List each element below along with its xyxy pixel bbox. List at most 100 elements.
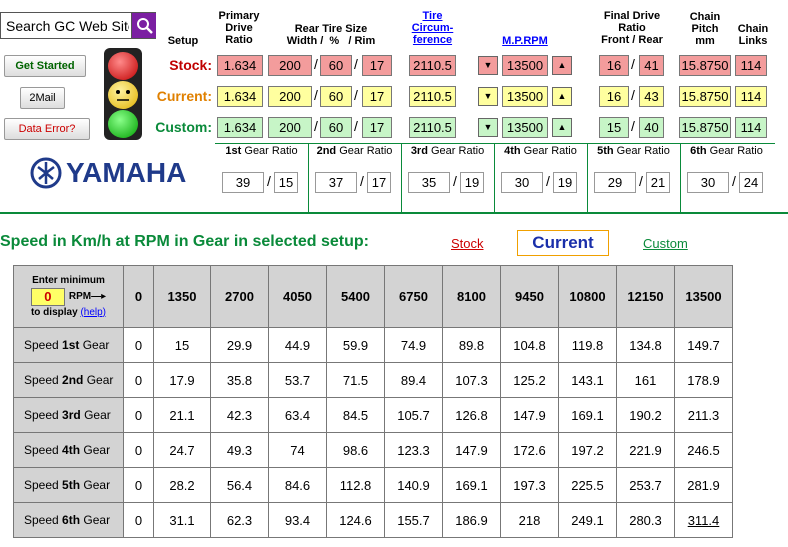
rpm-decrease-button[interactable]: ▼	[478, 56, 498, 75]
speed-cell: 280.3	[616, 502, 675, 538]
speed-cell: 56.4	[210, 467, 269, 503]
gear-ratio-drive-input[interactable]: 24	[739, 172, 763, 193]
min-rpm-input[interactable]: 0	[30, 287, 65, 306]
speed-cell: 62.3	[210, 502, 269, 538]
front-sprocket-input[interactable]: 15	[599, 117, 629, 138]
chain-pitch-input[interactable]: 15.8750	[679, 117, 731, 138]
gear-ratio-drive-input[interactable]: 15	[274, 172, 298, 193]
rear-sprocket-input[interactable]: 40	[639, 117, 664, 138]
rpm-input[interactable]: 13500	[502, 86, 548, 107]
help-link[interactable]: (help)	[80, 307, 106, 318]
primary-ratio-input[interactable]: 1.634	[217, 117, 263, 138]
gear-ratio-drive-input[interactable]: 17	[367, 172, 391, 193]
speed-cell: 0	[123, 502, 154, 538]
gear-ratio-driven-input[interactable]: 30	[501, 172, 543, 193]
get-started-button[interactable]: Get Started	[4, 55, 86, 77]
chain-links-input[interactable]: 114	[735, 55, 767, 76]
yamaha-tuning-fork-icon	[30, 157, 62, 189]
data-error-button[interactable]: Data Error?	[4, 118, 90, 140]
rpm-header: 4050	[268, 265, 327, 328]
speed-cell: 49.3	[210, 432, 269, 468]
search-box	[0, 12, 156, 39]
tire-aspect-input[interactable]: 60	[320, 117, 352, 138]
email-button[interactable]: 2Mail	[20, 87, 65, 109]
front-sprocket-input[interactable]: 16	[599, 55, 629, 76]
gear-ratio-label: 6th Gear Ratio	[690, 145, 763, 157]
search-button[interactable]	[131, 13, 156, 38]
speed-cell: 0	[123, 397, 154, 433]
chain-pitch-input[interactable]: 15.8750	[679, 55, 731, 76]
custom-link[interactable]: Custom	[643, 236, 688, 251]
tire-width-input[interactable]: 200	[268, 117, 312, 138]
speed-cell: 172.6	[500, 432, 559, 468]
circumference-input[interactable]: 2110.5	[409, 55, 456, 76]
speed-cell: 84.5	[326, 397, 385, 433]
final-drive-header: Final Drive Ratio Front / Rear	[601, 10, 663, 46]
speed-cell: 59.9	[326, 327, 385, 363]
current-setup-button[interactable]: Current	[517, 230, 609, 256]
speed-cell: 35.8	[210, 362, 269, 398]
speed-cell: 29.9	[210, 327, 269, 363]
speed-cell: 218	[500, 502, 559, 538]
rear-tire-header: Rear Tire Size Width / % / Rim	[286, 23, 376, 47]
rear-sprocket-input[interactable]: 41	[639, 55, 664, 76]
speed-cell: 125.2	[500, 362, 559, 398]
speed-cell: 0	[123, 467, 154, 503]
primary-ratio-input[interactable]: 1.634	[217, 86, 263, 107]
chain-pitch-input[interactable]: 15.8750	[679, 86, 731, 107]
gear-ratio-driven-input[interactable]: 35	[408, 172, 450, 193]
tire-circumference-link[interactable]: Tire Circum-ference	[405, 10, 460, 46]
primary-ratio-input[interactable]: 1.634	[217, 55, 263, 76]
gear-ratio-label: 4th Gear Ratio	[504, 145, 577, 157]
speed-cell: 0	[123, 327, 154, 363]
rpm-header: 13500	[674, 265, 733, 328]
gear-ratio-drive-input[interactable]: 21	[646, 172, 670, 193]
search-input[interactable]	[3, 14, 129, 37]
gear-ratio-label: 5th Gear Ratio	[597, 145, 670, 157]
speed-cell: 140.9	[384, 467, 443, 503]
speed-cell: 44.9	[268, 327, 327, 363]
rpm-increase-button[interactable]: ▲	[552, 56, 572, 75]
gear-row-label: Speed 1st Gear	[13, 327, 124, 363]
circumference-input[interactable]: 2110.5	[409, 117, 456, 138]
rpm-header: 6750	[384, 265, 443, 328]
rpm-increase-button[interactable]: ▲	[552, 87, 572, 106]
gear-ratio-drive-input[interactable]: 19	[460, 172, 484, 193]
speed-cell: 126.8	[442, 397, 501, 433]
tire-aspect-input[interactable]: 60	[320, 55, 352, 76]
rpm-decrease-button[interactable]: ▼	[478, 87, 498, 106]
rpm-input[interactable]: 13500	[502, 117, 548, 138]
tire-width-input[interactable]: 200	[268, 55, 312, 76]
front-sprocket-input[interactable]: 16	[599, 86, 629, 107]
tire-aspect-input[interactable]: 60	[320, 86, 352, 107]
rim-input[interactable]: 17	[362, 86, 392, 107]
gear-ratio-driven-input[interactable]: 39	[222, 172, 264, 193]
tire-width-input[interactable]: 200	[268, 86, 312, 107]
gear-ratio-driven-input[interactable]: 29	[594, 172, 636, 193]
mprpm-link[interactable]: M.P.RPM	[490, 35, 560, 47]
yamaha-logo: YAMAHA	[30, 155, 186, 191]
rpm-decrease-button[interactable]: ▼	[478, 118, 498, 137]
chain-links-input[interactable]: 114	[735, 117, 767, 138]
rpm-increase-button[interactable]: ▲	[552, 118, 572, 137]
speed-cell: 0	[123, 362, 154, 398]
rpm-input[interactable]: 13500	[502, 55, 548, 76]
speed-cell[interactable]: 311.4	[674, 502, 733, 538]
rim-input[interactable]: 17	[362, 117, 392, 138]
speed-cell: 143.1	[558, 362, 617, 398]
speed-table: Enter minimum 0 RPM—▸ to display (help) …	[13, 265, 733, 538]
circumference-input[interactable]: 2110.5	[409, 86, 456, 107]
speed-section-title: Speed in Km/h at RPM in Gear in selected…	[0, 233, 369, 250]
chain-links-input[interactable]: 114	[735, 86, 767, 107]
speed-cell: 197.3	[500, 467, 559, 503]
table-header-row: Enter minimum 0 RPM—▸ to display (help) …	[13, 265, 733, 328]
speed-cell: 134.8	[616, 327, 675, 363]
rear-sprocket-input[interactable]: 43	[639, 86, 664, 107]
gear-ratio-drive-input[interactable]: 19	[553, 172, 577, 193]
stock-link[interactable]: Stock	[451, 236, 484, 251]
rpm-header: 8100	[442, 265, 501, 328]
rim-input[interactable]: 17	[362, 55, 392, 76]
gear-ratio-driven-input[interactable]: 37	[315, 172, 357, 193]
speed-cell: 89.8	[442, 327, 501, 363]
gear-ratio-driven-input[interactable]: 30	[687, 172, 729, 193]
